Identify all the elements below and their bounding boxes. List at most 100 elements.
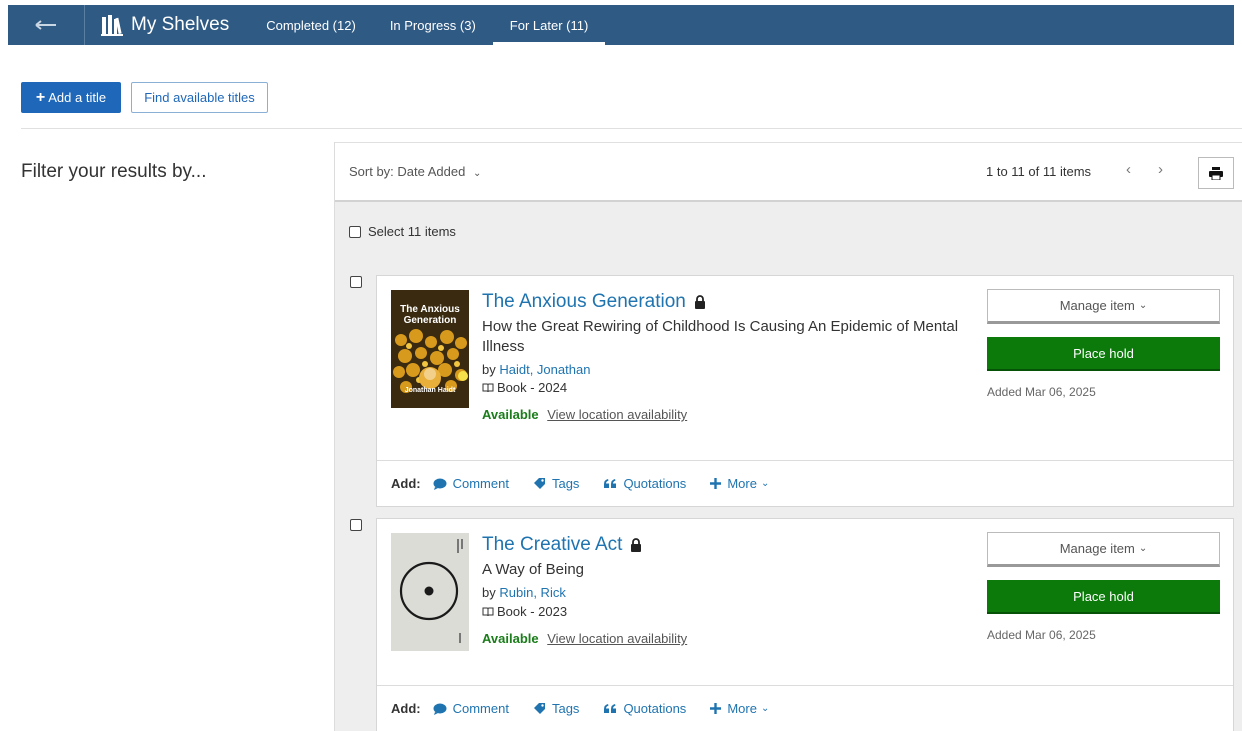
plus-icon: [710, 703, 722, 714]
item-availability: Available View location availability: [482, 407, 687, 422]
author-link[interactable]: Rubin, Rick: [499, 585, 565, 600]
shelves-icon: [101, 15, 123, 36]
availability-status: Available: [482, 631, 539, 646]
card-footer: Add: Comment Tags Quotations More ⌄: [377, 460, 1233, 506]
add-label: Add:: [391, 476, 421, 491]
arrow-left-icon: [35, 20, 56, 30]
item-title[interactable]: The Creative Act: [482, 534, 622, 556]
tags-link[interactable]: Tags: [533, 476, 579, 491]
added-date: Added Mar 06, 2025: [987, 628, 1096, 642]
place-hold-button[interactable]: Place hold: [987, 337, 1220, 371]
author-link[interactable]: Haidt, Jonathan: [499, 362, 590, 377]
divider: [21, 128, 1242, 129]
find-titles-button[interactable]: Find available titles: [131, 82, 268, 113]
item-format: Book - 2024: [482, 380, 567, 395]
brand: My Shelves: [85, 5, 249, 45]
book-icon: [482, 383, 494, 392]
quotations-link[interactable]: Quotations: [603, 701, 686, 716]
chevron-down-icon: ⌄: [1138, 543, 1148, 554]
select-all-checkbox[interactable]: [349, 225, 361, 238]
card-footer: Add: Comment Tags Quotations More ⌄: [377, 685, 1233, 731]
comment-link[interactable]: Comment: [433, 701, 509, 716]
item-format: Book - 2023: [482, 604, 567, 619]
tab-label: For Later (11): [509, 17, 589, 33]
select-all[interactable]: Select 11 items: [349, 224, 456, 239]
tags-label: Tags: [551, 701, 580, 716]
tags-link[interactable]: Tags: [533, 701, 579, 716]
format-label: Book - 2023: [497, 604, 568, 619]
brand-title: My Shelves: [131, 14, 230, 35]
add-title-label: Add a title: [48, 90, 107, 105]
tab-for-later[interactable]: For Later (11): [492, 5, 606, 45]
author-prefix: by: [482, 585, 496, 600]
print-button[interactable]: [1198, 157, 1234, 189]
book-cover[interactable]: The Anxious Generation Jonathan Haidt: [391, 290, 469, 408]
more-label: More: [727, 476, 757, 491]
manage-item-button[interactable]: Manage item ⌄: [987, 532, 1220, 567]
tab-label: Completed (12): [266, 17, 356, 33]
more-link[interactable]: More ⌄: [710, 476, 769, 491]
more-link[interactable]: More ⌄: [710, 701, 769, 716]
item-author: by Haidt, Jonathan: [482, 362, 590, 377]
book-icon: [482, 607, 494, 616]
filter-heading: Filter your results by...: [21, 161, 207, 182]
comment-icon: [433, 703, 447, 715]
plus-icon: [710, 478, 722, 489]
next-page-icon[interactable]: ›: [1158, 161, 1163, 178]
comment-link[interactable]: Comment: [433, 476, 509, 491]
quotations-label: Quotations: [623, 476, 687, 491]
manage-label: Manage item: [1059, 298, 1135, 313]
chevron-down-icon: ⌄: [760, 703, 770, 714]
add-label: Add:: [391, 701, 421, 716]
lock-icon: [694, 295, 705, 309]
back-button[interactable]: [8, 5, 85, 45]
tag-icon: [533, 703, 545, 714]
item-subtitle: A Way of Being: [482, 561, 584, 578]
tab-in-progress[interactable]: In Progress (3): [373, 5, 493, 45]
format-label: Book - 2024: [497, 380, 568, 395]
quotations-link[interactable]: Quotations: [603, 476, 686, 491]
top-nav: My Shelves Completed (12) In Progress (3…: [8, 5, 1234, 45]
svg-text:Generation: Generation: [404, 315, 457, 326]
results-panel: Sort by: Date Added ⌄ 1 to 11 of 11 item…: [334, 142, 1242, 731]
lock-icon: [631, 538, 642, 552]
item-title[interactable]: The Anxious Generation: [482, 291, 686, 313]
sort-dropdown[interactable]: Sort by: Date Added ⌄: [349, 164, 481, 179]
tag-icon: [533, 478, 545, 489]
more-label: More: [727, 701, 757, 716]
comment-label: Comment: [452, 476, 509, 491]
availability-link[interactable]: View location availability: [547, 631, 687, 646]
manage-label: Manage item: [1059, 541, 1135, 556]
results-header: Sort by: Date Added ⌄ 1 to 11 of 11 item…: [335, 142, 1242, 202]
availability-link[interactable]: View location availability: [547, 407, 687, 422]
availability-status: Available: [482, 407, 539, 422]
tags-label: Tags: [551, 476, 580, 491]
comment-icon: [433, 478, 447, 490]
tab-label: In Progress (3): [389, 17, 476, 33]
manage-item-button[interactable]: Manage item ⌄: [987, 289, 1220, 324]
title-line: The Creative Act: [482, 534, 642, 556]
added-date: Added Mar 06, 2025: [987, 385, 1096, 399]
list-item: The Anxious Generation Jonathan Haidt Th…: [376, 275, 1234, 507]
item-availability: Available View location availability: [482, 631, 687, 646]
item-subtitle: How the Great Rewiring of Childhood Is C…: [482, 318, 959, 355]
quote-icon: [604, 704, 617, 713]
chevron-down-icon: ⌄: [472, 168, 482, 179]
print-icon: [1209, 166, 1223, 180]
item-author: by Rubin, Rick: [482, 585, 566, 600]
item-checkbox[interactable]: [350, 519, 362, 531]
author-prefix: by: [482, 362, 496, 377]
find-titles-label: Find available titles: [144, 90, 255, 105]
plus-icon: +: [35, 88, 46, 106]
add-title-button[interactable]: + Add a title: [21, 82, 121, 113]
quote-icon: [604, 479, 617, 488]
chevron-down-icon: ⌄: [760, 478, 770, 489]
sort-label: Sort by: Date Added: [349, 164, 466, 179]
place-hold-button[interactable]: Place hold: [987, 580, 1220, 614]
tab-completed[interactable]: Completed (12): [249, 5, 373, 45]
book-cover[interactable]: [391, 533, 469, 651]
pager-count: 1 to 11 of 11 items: [986, 164, 1092, 179]
svg-text:The Anxious: The Anxious: [400, 304, 460, 315]
prev-page-icon[interactable]: ‹: [1126, 161, 1131, 178]
item-checkbox[interactable]: [350, 276, 362, 288]
